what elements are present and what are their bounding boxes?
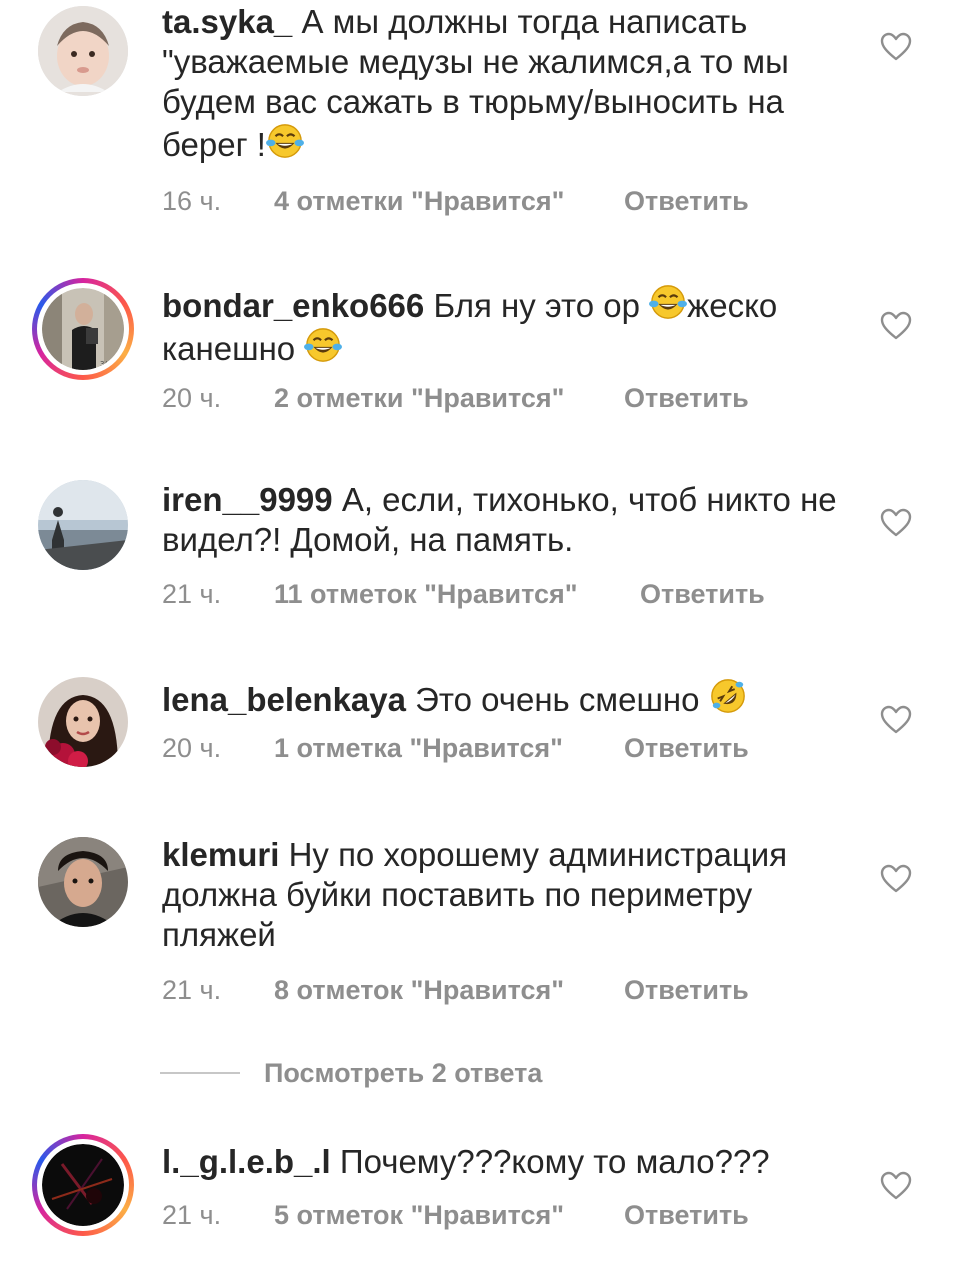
comment-username[interactable]: iren__9999 <box>162 481 333 518</box>
comment-time: 20 ч. <box>162 383 222 413</box>
comment-body: Это очень смешно <box>415 681 700 718</box>
reply-button[interactable]: Ответить <box>624 383 749 414</box>
reply-button[interactable]: Ответить <box>624 975 749 1006</box>
comment-body: Бля ну это ор <box>433 287 640 324</box>
comment-username[interactable]: l._g.l.e.b_.l <box>162 1143 331 1180</box>
avatar[interactable] <box>38 677 128 767</box>
comment-likes-link[interactable]: 5 отметок "Нравится" <box>274 1200 564 1231</box>
comment-time: 16 ч. <box>162 186 222 216</box>
avatar <box>42 1144 124 1226</box>
comment-username[interactable]: lena_belenkaya <box>162 681 406 718</box>
comment-likes-link[interactable]: 2 отметки "Нравится" <box>274 383 564 414</box>
comment-username[interactable]: ta.syka_ <box>162 3 292 40</box>
view-replies-label: Посмотреть 2 ответа <box>264 1058 543 1088</box>
view-replies-button[interactable]: Посмотреть 2 ответа <box>160 1058 760 1098</box>
comment-likes-link[interactable]: 8 отметок "Нравится" <box>274 975 564 1006</box>
comment-text: l._g.l.e.b_.l Почему???кому то мало??? <box>162 1142 852 1182</box>
rofl-emoji <box>709 677 747 715</box>
avatar[interactable] <box>38 6 128 96</box>
comment-likes-link[interactable]: 11 отметок "Нравится" <box>274 579 578 610</box>
comment-text: bondar_enko666 Бля ну это ор жеско канеш… <box>162 283 852 369</box>
avatar-story-ring[interactable] <box>32 1134 134 1236</box>
avatar-story-ring[interactable]: 3/4/2 <box>32 278 134 380</box>
reply-button[interactable]: Ответить <box>624 733 749 764</box>
comment-username[interactable]: klemuri <box>162 836 279 873</box>
comment-time: 21 ч. <box>162 1200 222 1230</box>
comment-time: 20 ч. <box>162 733 222 763</box>
comment-likes-link[interactable]: 1 отметка "Нравится" <box>274 733 563 764</box>
reply-button[interactable]: Ответить <box>624 1200 749 1231</box>
comment-text: klemuri Ну по хорошему администрация дол… <box>162 835 852 955</box>
avatar[interactable] <box>38 837 128 927</box>
comment-time: 21 ч. <box>162 975 222 1005</box>
comment-body: Почему???кому то мало??? <box>339 1143 770 1180</box>
replies-divider <box>160 1072 240 1074</box>
reply-button[interactable]: Ответить <box>640 579 765 610</box>
comment-text: ta.syka_ А мы должны тогда написать "ува… <box>162 2 852 165</box>
avatar[interactable] <box>38 480 128 570</box>
svg-text:3/4/2: 3/4/2 <box>100 360 118 368</box>
laugh-emoji <box>649 283 687 321</box>
like-heart-icon[interactable] <box>880 1171 912 1201</box>
comment-text: iren__9999 А, если, тихонько, чтоб никто… <box>162 480 852 560</box>
reply-button[interactable]: Ответить <box>624 186 749 217</box>
like-heart-icon[interactable] <box>880 32 912 62</box>
like-heart-icon[interactable] <box>880 864 912 894</box>
like-heart-icon[interactable] <box>880 508 912 538</box>
comment-time: 21 ч. <box>162 579 222 609</box>
like-heart-icon[interactable] <box>880 705 912 735</box>
laugh-emoji <box>266 122 304 160</box>
comment-likes-link[interactable]: 4 отметки "Нравится" <box>274 186 564 217</box>
avatar: 3/4/2 <box>42 288 124 370</box>
laugh-emoji <box>304 326 342 364</box>
comment-text: lena_belenkaya Это очень смешно <box>162 677 852 720</box>
like-heart-icon[interactable] <box>880 311 912 341</box>
comment-username[interactable]: bondar_enko666 <box>162 287 424 324</box>
